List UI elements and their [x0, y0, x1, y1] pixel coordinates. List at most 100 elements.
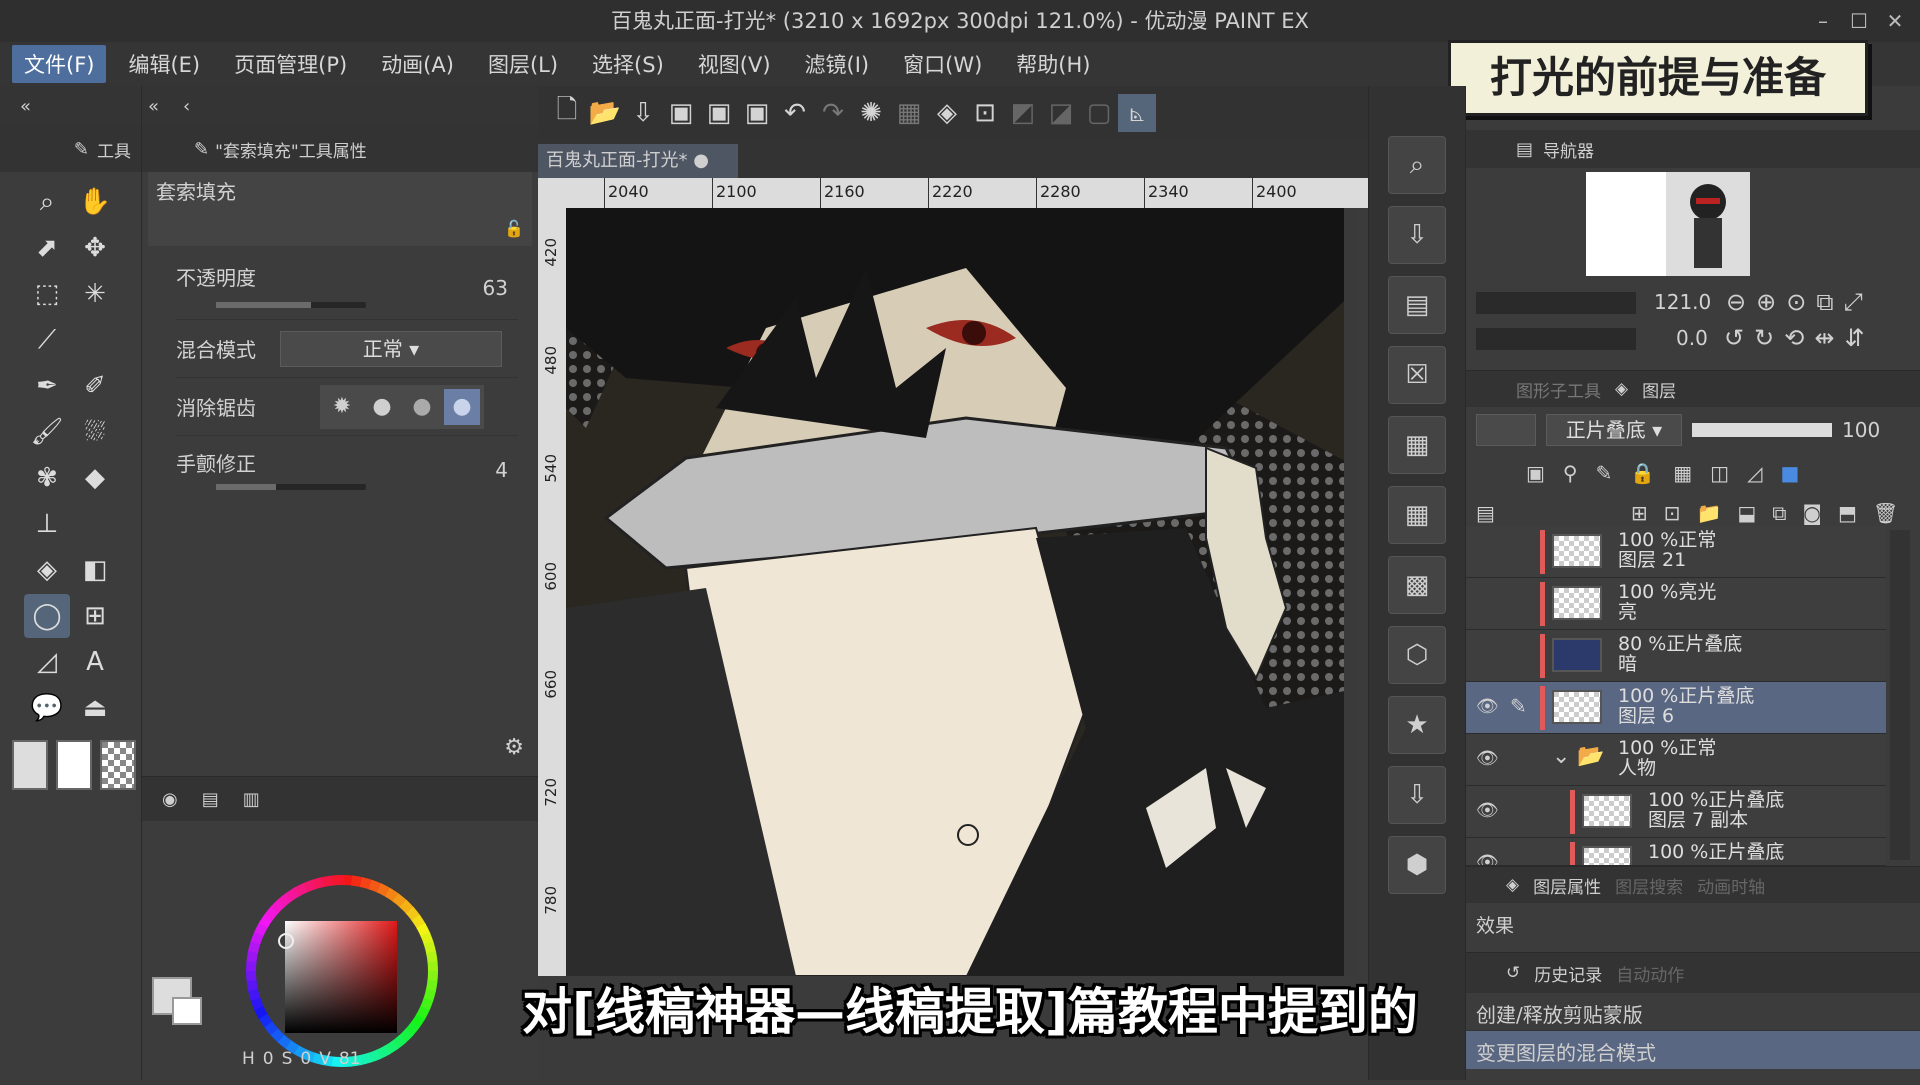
menu-file[interactable]: 文件(F): [12, 45, 107, 83]
zoom-in-icon[interactable]: ⊕: [1756, 288, 1776, 316]
lasso-fill-icon[interactable]: ◯: [24, 594, 70, 638]
object-icon[interactable]: ⬈: [24, 226, 70, 270]
layer-scrollbar[interactable]: [1890, 530, 1910, 860]
invert-selection-icon[interactable]: ◪: [1042, 94, 1080, 132]
reset-rotate-icon[interactable]: ⟲: [1784, 324, 1804, 352]
material-download-icon[interactable]: ⇩: [1388, 206, 1446, 264]
perspective-icon[interactable]: ▩: [1388, 556, 1446, 614]
layer-search-tab[interactable]: 图层搜索: [1615, 873, 1683, 898]
copy-layer-icon[interactable]: ⧉: [1772, 501, 1786, 525]
main-color-swatch[interactable]: [12, 740, 48, 790]
ruler-lock-icon[interactable]: ◿: [1747, 461, 1762, 485]
grid-icon[interactable]: ▦: [1388, 486, 1446, 544]
zoom-icon[interactable]: ⌕: [24, 180, 70, 224]
zoom-slider[interactable]: [1476, 292, 1636, 314]
clear-icon[interactable]: ✺: [852, 94, 890, 132]
zoom-value[interactable]: 121.0: [1654, 290, 1711, 314]
lock-icon[interactable]: 🔓: [504, 219, 524, 238]
eyedropper-icon[interactable]: ⟋: [24, 318, 70, 362]
new-raster-icon[interactable]: ⊞: [1631, 501, 1648, 525]
visibility-icon[interactable]: 👁: [1476, 852, 1499, 865]
canvas[interactable]: [566, 208, 1358, 976]
clip-icon[interactable]: ▣: [1526, 461, 1545, 485]
navigator-tab[interactable]: 导航器: [1543, 137, 1594, 162]
tone-icon[interactable]: ▦: [1388, 416, 1446, 474]
layer-row[interactable]: 👁 100 %正片叠底 图层 7 副本: [1466, 786, 1886, 838]
menu-select[interactable]: 选择(S): [580, 45, 676, 83]
marquee-icon[interactable]: ⬚: [24, 272, 70, 316]
blend-dropdown[interactable]: 正常 ▾: [280, 330, 502, 367]
canvas-vscroll[interactable]: [1344, 208, 1358, 976]
collapse-icon-2[interactable]: «: [148, 96, 159, 117]
layer-list-icon[interactable]: ▤: [1476, 501, 1495, 525]
balloon-icon[interactable]: 💬: [24, 686, 70, 730]
pen-icon[interactable]: ✒: [24, 364, 70, 408]
minimize-icon[interactable]: –: [1808, 6, 1838, 36]
layer-row[interactable]: 80 %正片叠底暗: [1466, 630, 1886, 682]
open-icon[interactable]: 📂: [586, 94, 624, 132]
new-vector-icon[interactable]: ⊡: [1664, 501, 1681, 525]
layer-property-tab[interactable]: 图层属性: [1533, 873, 1601, 898]
new-folder-icon[interactable]: 📁: [1696, 501, 1721, 525]
menu-animation[interactable]: 动画(A): [369, 45, 466, 83]
aa-medium-icon[interactable]: ●: [404, 389, 440, 425]
layer-row[interactable]: 100 %亮光亮: [1466, 578, 1886, 630]
fill-icon[interactable]: ◈: [24, 548, 70, 592]
draft-icon[interactable]: ✎: [1596, 461, 1613, 485]
save-icon[interactable]: ⇩: [624, 94, 662, 132]
redo-icon[interactable]: ↷: [814, 94, 852, 132]
menu-layer[interactable]: 图层(L): [476, 45, 570, 83]
rotate-slider[interactable]: [1476, 328, 1636, 350]
sub-color-chip[interactable]: [172, 997, 202, 1025]
export-jpg-icon[interactable]: ▣: [662, 94, 700, 132]
history-item-1[interactable]: 创建/释放剪贴蒙版: [1476, 1003, 1643, 1027]
stabilizer-slider[interactable]: [216, 484, 366, 490]
tools-tab[interactable]: 工具: [97, 137, 131, 162]
favorites-icon[interactable]: ★: [1388, 696, 1446, 754]
layer-color-icon[interactable]: ■: [1780, 461, 1799, 485]
undo-icon[interactable]: ↶: [776, 94, 814, 132]
export-psd-icon[interactable]: ▣: [738, 94, 776, 132]
zoom-out-icon[interactable]: ⊖: [1726, 288, 1746, 316]
hand-icon[interactable]: ✋: [72, 180, 118, 224]
lock-transparent-icon[interactable]: ▦: [1673, 461, 1692, 485]
menu-help[interactable]: 帮助(H): [1004, 45, 1102, 83]
brush-icon[interactable]: 🖌: [24, 410, 70, 454]
gradient-icon[interactable]: ◧: [72, 548, 118, 592]
layer-tab[interactable]: 图层: [1642, 377, 1676, 402]
merge-icon[interactable]: ⬒: [1838, 501, 1857, 525]
layer-blend-dropdown[interactable]: 正片叠底 ▾: [1546, 414, 1682, 446]
3d-object-icon[interactable]: ⬢: [1388, 836, 1446, 894]
menu-view[interactable]: 视图(V): [686, 45, 783, 83]
ref-layer-icon[interactable]: ⚲: [1563, 461, 1578, 485]
opacity-value[interactable]: 63: [483, 276, 508, 300]
material-icon[interactable]: ▤: [1388, 276, 1446, 334]
rotate-right-icon[interactable]: ↻: [1754, 324, 1774, 352]
navigator-preview[interactable]: [1666, 172, 1750, 276]
pencil-icon[interactable]: ✐: [72, 364, 118, 408]
opacity-slider[interactable]: [216, 302, 366, 308]
rotate-left-icon[interactable]: ↺: [1724, 324, 1744, 352]
visibility-icon[interactable]: 👁: [1476, 748, 1499, 769]
canvas-tab[interactable]: 百鬼丸正面-打光* ●: [538, 144, 738, 178]
sub-color-swatch[interactable]: [56, 740, 92, 790]
folder-icon[interactable]: ⌄ 📂: [1552, 744, 1605, 769]
search-icon[interactable]: ⌕: [1388, 136, 1446, 194]
color-wheel[interactable]: [142, 821, 538, 1081]
flip-v-icon[interactable]: ⇵: [1844, 324, 1864, 352]
new-file-icon[interactable]: 🗋: [548, 94, 586, 132]
airbrush-icon[interactable]: ⛆: [72, 410, 118, 454]
lock-layer-icon[interactable]: 🔒: [1630, 461, 1655, 485]
mask-icon[interactable]: ◫: [1710, 461, 1729, 485]
menu-page[interactable]: 页面管理(P): [222, 45, 359, 83]
frame-icon[interactable]: ⊞: [72, 594, 118, 638]
flip-h-icon[interactable]: ⇹: [1814, 324, 1834, 352]
layer-color-dropdown[interactable]: [1476, 414, 1536, 446]
menu-edit[interactable]: 编辑(E): [116, 45, 212, 83]
snap-ruler-icon[interactable]: ⦝: [1118, 94, 1156, 132]
tool-property-tab[interactable]: "套索填充"工具属性: [215, 137, 367, 162]
fit-icon[interactable]: ⊙: [1786, 288, 1806, 316]
collapse-icon[interactable]: «: [20, 96, 31, 117]
reset-icon[interactable]: ⚙: [504, 735, 524, 760]
maximize-icon[interactable]: ☐: [1844, 6, 1874, 36]
